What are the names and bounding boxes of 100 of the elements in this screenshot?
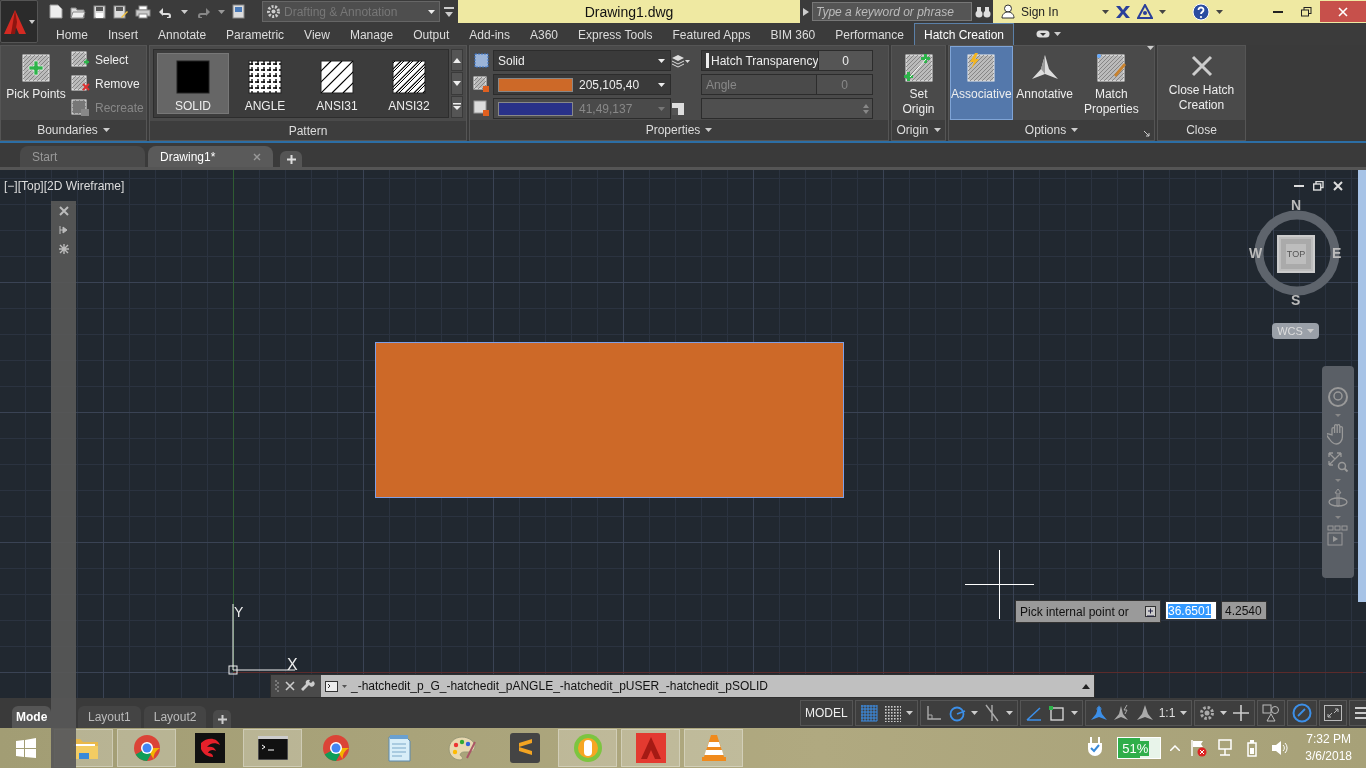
ribbon-tab[interactable]: Home [46,23,98,45]
new-layout-button[interactable] [213,710,232,728]
square-icon[interactable] [1047,704,1066,722]
options-icon[interactable] [1145,606,1156,617]
redo-icon[interactable] [195,5,211,18]
gauge-icon[interactable] [1292,703,1313,723]
save-as-icon[interactable] [113,4,128,19]
ribbon-tab[interactable]: Featured Apps [662,23,761,45]
show-hidden-icons[interactable] [1170,745,1181,751]
exchange-icon[interactable] [1115,4,1132,19]
scroll-bar[interactable] [1358,170,1366,602]
ribbon-tab[interactable]: Annotate [148,23,217,45]
save-icon[interactable] [93,4,106,19]
ribbon-tab[interactable]: Hatch Creation [913,23,1014,45]
ribbon-tab[interactable]: View [294,23,340,45]
select-boundary-button[interactable]: Select [71,50,144,70]
ribbon-tab[interactable]: Insert [98,23,149,45]
scale-button[interactable]: 1:1 [1158,706,1176,720]
angle-icon[interactable] [1024,704,1043,722]
close-icon[interactable] [285,681,295,691]
pattern-swatch[interactable]: ANSI31 [301,53,373,114]
ribbon-tab[interactable]: A360 [520,23,568,45]
coordinate-field[interactable]: 4.2540 [1221,601,1267,620]
search-field[interactable]: Type a keyword or phrase [812,2,972,21]
new-file-icon[interactable] [49,4,63,19]
notepad-icon [385,734,412,762]
sign-in-link[interactable]: Sign In [1021,4,1059,19]
ribbon-tab[interactable]: Performance [825,23,914,45]
help-icon[interactable] [1192,2,1211,21]
snap-dots-icon[interactable] [882,704,901,722]
close-hatch-creation-button[interactable]: Close Hatch Creation [1158,46,1245,120]
lightning-hatch-icon [966,53,997,83]
open-folder-icon[interactable] [70,4,86,19]
caret-icon [705,128,713,132]
binoculars-icon[interactable] [975,4,991,19]
ribbon-tab[interactable]: Parametric [216,23,295,45]
minimize-icon[interactable] [1294,184,1304,188]
right-angle-icon[interactable] [924,704,943,722]
more-button[interactable] [451,95,463,118]
scroll-up-button[interactable] [451,49,463,72]
minimize-icon[interactable] [1273,10,1283,13]
taskbar-button[interactable] [243,729,302,767]
set-origin-icon [903,53,934,83]
ribbon-tab[interactable]: BIM 360 [760,23,826,45]
axis-label: Y [234,604,244,620]
model-space-button[interactable]: MODEL [800,700,853,726]
viewport-controls-label[interactable]: [−][Top][2D Wireframe] [4,179,125,193]
option-button[interactable]: Annotative [1013,46,1076,120]
viewcube-face[interactable]: TOP [1277,235,1315,273]
annotation-scale-icon[interactable] [1135,704,1154,722]
application-menu-button[interactable] [0,0,38,43]
polar-icon[interactable] [947,704,966,722]
expand-arrow-icon[interactable] [803,7,809,16]
command-field[interactable]: _-hatchedit_p_G_-hatchedit_pANGLE_-hatchedit_pUSER_-hatchedit_pSOLID [321,675,1094,697]
new-tab-button[interactable] [280,151,302,167]
fullscreen-icon[interactable] [1324,705,1343,721]
minimize-ribbon-icon[interactable] [1036,30,1050,38]
flag-icon[interactable] [1189,739,1208,757]
restore-icon[interactable] [1313,181,1324,191]
command-text: _-hatchedit_p_G_-hatchedit_pANGLE_-hatchedit_pUSER_-hatchedit_pSOLID [351,679,769,693]
share-icon[interactable] [232,4,245,19]
pattern-swatch[interactable]: SOLID [157,53,229,114]
ribbon-tab[interactable]: Output [403,23,460,45]
print-icon[interactable] [135,4,151,19]
customize-menu-icon[interactable] [444,5,454,18]
option-button[interactable]: Match Properties [1076,46,1146,120]
speaker-icon[interactable] [1270,739,1289,757]
plus-icon[interactable] [1232,704,1251,722]
wrench-icon[interactable] [301,679,315,693]
layout-tab[interactable]: Layout1 [78,706,141,728]
pick-points-button[interactable]: Pick Points [1,46,71,120]
auto-hide-icon[interactable] [58,225,69,235]
caret-icon [102,128,110,132]
annotation-autoscale-icon[interactable] [1112,704,1131,722]
ribbon-tab[interactable]: Add-ins [459,23,520,45]
hatch-color-dropdown[interactable]: 205,105,40 [493,74,671,95]
cone-icon [700,733,727,763]
grip-icon[interactable] [275,679,279,693]
layout-tab[interactable]: Mode [12,706,51,728]
hatch-type-dropdown[interactable]: Solid [493,50,671,71]
properties-icon[interactable] [58,244,69,254]
triangle-network-icon[interactable] [1137,4,1154,19]
ribbon-tab[interactable]: Manage [339,23,404,45]
ribbon-tab[interactable]: Express Tools [568,23,663,45]
shapes-icon[interactable] [1262,704,1281,722]
file-tab[interactable]: Drawing1* [148,146,273,167]
scroll-down-button[interactable] [451,72,463,95]
dialog-launcher-icon[interactable] [1144,131,1150,137]
transparency-field[interactable]: Hatch Transparency 0 [701,50,873,71]
option-button[interactable]: Associative [950,46,1013,120]
gear-icon[interactable] [1199,705,1216,721]
restore-icon[interactable] [1300,6,1312,17]
annotation-visibility-icon[interactable] [1089,704,1108,722]
compass-label: S [1291,292,1301,308]
pattern-swatch[interactable]: ANGLE [229,53,301,114]
layout-tab[interactable]: Layout2 [143,706,207,728]
up-arrow-icon[interactable] [1082,683,1090,689]
caret-icon [1335,516,1341,519]
caret-icon [1335,414,1341,417]
remove-boundary-button[interactable]: Remove [71,74,144,94]
